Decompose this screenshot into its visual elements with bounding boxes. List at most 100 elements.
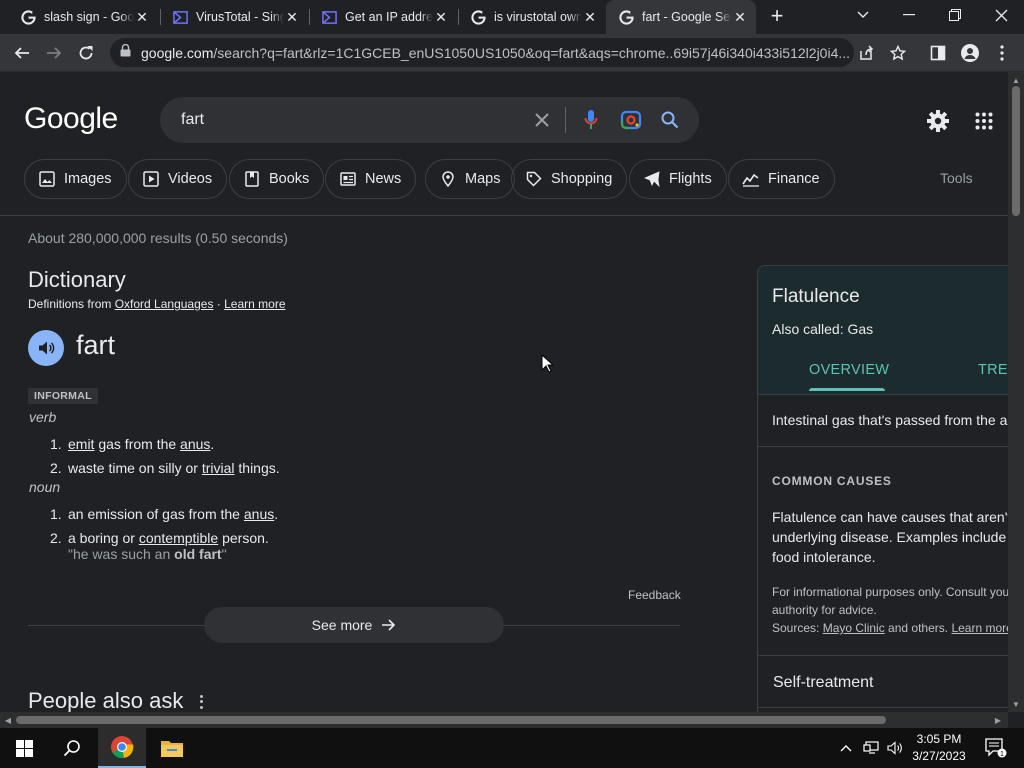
- definition-text: waste time on silly or: [68, 460, 202, 476]
- tab-overview[interactable]: OVERVIEW: [809, 362, 889, 378]
- url-host: google.com: [141, 44, 214, 61]
- lock-icon[interactable]: [120, 43, 131, 62]
- search-input[interactable]: fart: [181, 111, 204, 129]
- system-clock[interactable]: 3:05 PM 3/27/2023: [908, 731, 970, 765]
- see-more-button[interactable]: See more: [204, 607, 504, 643]
- scroll-left-arrow-icon[interactable]: ◀: [0, 712, 16, 728]
- scroll-right-arrow-icon[interactable]: ▶: [990, 712, 1006, 728]
- panel-divider: [758, 394, 1008, 395]
- settings-gear-icon[interactable]: [925, 108, 951, 134]
- browser-menu-icon[interactable]: [988, 39, 1016, 67]
- tab-close-icon[interactable]: ✕: [582, 9, 598, 25]
- google-apps-grid-icon[interactable]: [971, 108, 997, 134]
- chip-maps[interactable]: Maps: [425, 159, 516, 199]
- browser-tab-1[interactable]: slash sign - Goo ✕: [8, 0, 158, 34]
- tab-close-icon[interactable]: ✕: [134, 9, 150, 25]
- chip-flights[interactable]: Flights: [629, 159, 727, 199]
- video-play-icon: [142, 170, 160, 188]
- google-g-icon: [470, 9, 486, 25]
- tab-treatment[interactable]: TRE: [978, 362, 1008, 378]
- word-link[interactable]: trivial: [202, 460, 235, 476]
- vertical-scrollbar[interactable]: ▲ ▼: [1008, 72, 1024, 712]
- tab-title: fart - Google Se: [642, 10, 731, 24]
- tab-title: Get an IP addre: [345, 10, 433, 24]
- feedback-link[interactable]: Feedback: [628, 588, 681, 602]
- chip-finance[interactable]: Finance: [728, 159, 835, 199]
- reload-button[interactable]: [72, 39, 100, 67]
- taskbar-chrome-icon[interactable]: [98, 728, 146, 768]
- search-divider: [565, 107, 566, 133]
- chip-shopping[interactable]: Shopping: [511, 159, 628, 199]
- tab-search-chevron-icon[interactable]: [840, 0, 886, 30]
- network-icon[interactable]: [858, 728, 884, 768]
- definition-text: gas from the: [94, 436, 181, 452]
- action-center-notification-icon[interactable]: 1: [976, 728, 1016, 768]
- browser-tab-3[interactable]: Get an IP addre ✕: [309, 0, 457, 34]
- horizontal-scroll-thumb[interactable]: [16, 716, 886, 724]
- browser-tab-2[interactable]: VirusTotal - Sing ✕: [160, 0, 308, 34]
- share-icon[interactable]: [852, 39, 880, 67]
- bookmark-star-icon[interactable]: [884, 39, 912, 67]
- word-link[interactable]: anus: [244, 506, 274, 522]
- google-lens-icon[interactable]: [619, 108, 643, 132]
- google-g-icon: [20, 9, 36, 25]
- browser-tab-4[interactable]: is virustotal own ✕: [458, 0, 606, 34]
- address-bar[interactable]: google.com/search?q=fart&rlz=1C1GCEB_enU…: [110, 38, 854, 67]
- tab-close-icon[interactable]: ✕: [284, 9, 300, 25]
- mayo-clinic-link[interactable]: Mayo Clinic: [823, 621, 885, 635]
- more-options-icon[interactable]: [196, 694, 206, 710]
- new-tab-button[interactable]: +: [766, 5, 788, 28]
- back-button[interactable]: [8, 39, 36, 67]
- tab-strip: slash sign - Goo ✕ VirusTotal - Sing ✕ G…: [0, 0, 1024, 34]
- learn-more-link[interactable]: Learn more: [951, 621, 1008, 635]
- tools-button[interactable]: Tools: [940, 170, 973, 186]
- microphone-icon[interactable]: [579, 108, 603, 132]
- learn-more-link[interactable]: Learn more: [224, 297, 285, 311]
- taskbar-search-icon[interactable]: [48, 728, 96, 768]
- chip-images[interactable]: Images: [24, 159, 127, 199]
- panel-divider: [758, 707, 1008, 708]
- windows-start-icon[interactable]: [0, 728, 48, 768]
- taskbar-file-explorer-icon[interactable]: [148, 728, 196, 768]
- oxford-languages-link[interactable]: Oxford Languages: [115, 297, 214, 311]
- search-box[interactable]: fart: [160, 97, 699, 143]
- definition-number: 2.: [50, 530, 62, 546]
- chip-news[interactable]: News: [325, 159, 417, 199]
- panel-title: Flatulence: [772, 286, 860, 307]
- close-window-button[interactable]: [978, 0, 1024, 30]
- restore-button[interactable]: [932, 0, 978, 30]
- google-logo[interactable]: Google: [24, 102, 118, 136]
- pronunciation-speaker-icon[interactable]: [28, 330, 64, 366]
- word-link[interactable]: emit: [68, 436, 94, 452]
- definition-text: .: [274, 506, 279, 522]
- word-link[interactable]: contemptible: [139, 530, 218, 546]
- register-badge: INFORMAL: [28, 388, 98, 404]
- clear-search-icon[interactable]: [530, 108, 554, 132]
- clock-date: 3/27/2023: [912, 749, 966, 763]
- volume-speaker-icon[interactable]: [882, 728, 908, 768]
- profile-avatar-icon[interactable]: [956, 39, 984, 67]
- tab-close-icon[interactable]: ✕: [732, 9, 748, 25]
- chip-label: Shopping: [551, 171, 613, 187]
- definition-number: 1.: [50, 506, 62, 522]
- side-panel-icon[interactable]: [924, 39, 952, 67]
- chip-label: Images: [64, 171, 112, 187]
- word-link[interactable]: anus: [180, 436, 210, 452]
- minimize-button[interactable]: [886, 0, 932, 30]
- browser-tab-5-active[interactable]: fart - Google Se ✕: [606, 0, 756, 34]
- search-results-page: Google fart Images Videos Books News Map…: [0, 72, 1008, 712]
- scroll-down-arrow-icon[interactable]: ▼: [1008, 696, 1024, 712]
- definition-number: 1.: [50, 436, 62, 452]
- forward-button[interactable]: [40, 39, 68, 67]
- horizontal-scrollbar[interactable]: ◀ ▶: [0, 712, 1008, 728]
- chip-videos[interactable]: Videos: [128, 159, 228, 199]
- vertical-scroll-thumb[interactable]: [1012, 86, 1020, 216]
- source-prefix: Definitions from: [28, 297, 115, 311]
- chip-books[interactable]: Books: [229, 159, 325, 199]
- show-hidden-icons-chevron-icon[interactable]: [834, 728, 858, 768]
- book-icon: [243, 170, 261, 188]
- header-divider: [0, 215, 1008, 216]
- search-icon[interactable]: [658, 108, 682, 132]
- self-treatment-section[interactable]: Self-treatment: [773, 674, 873, 692]
- tab-close-icon[interactable]: ✕: [433, 9, 449, 25]
